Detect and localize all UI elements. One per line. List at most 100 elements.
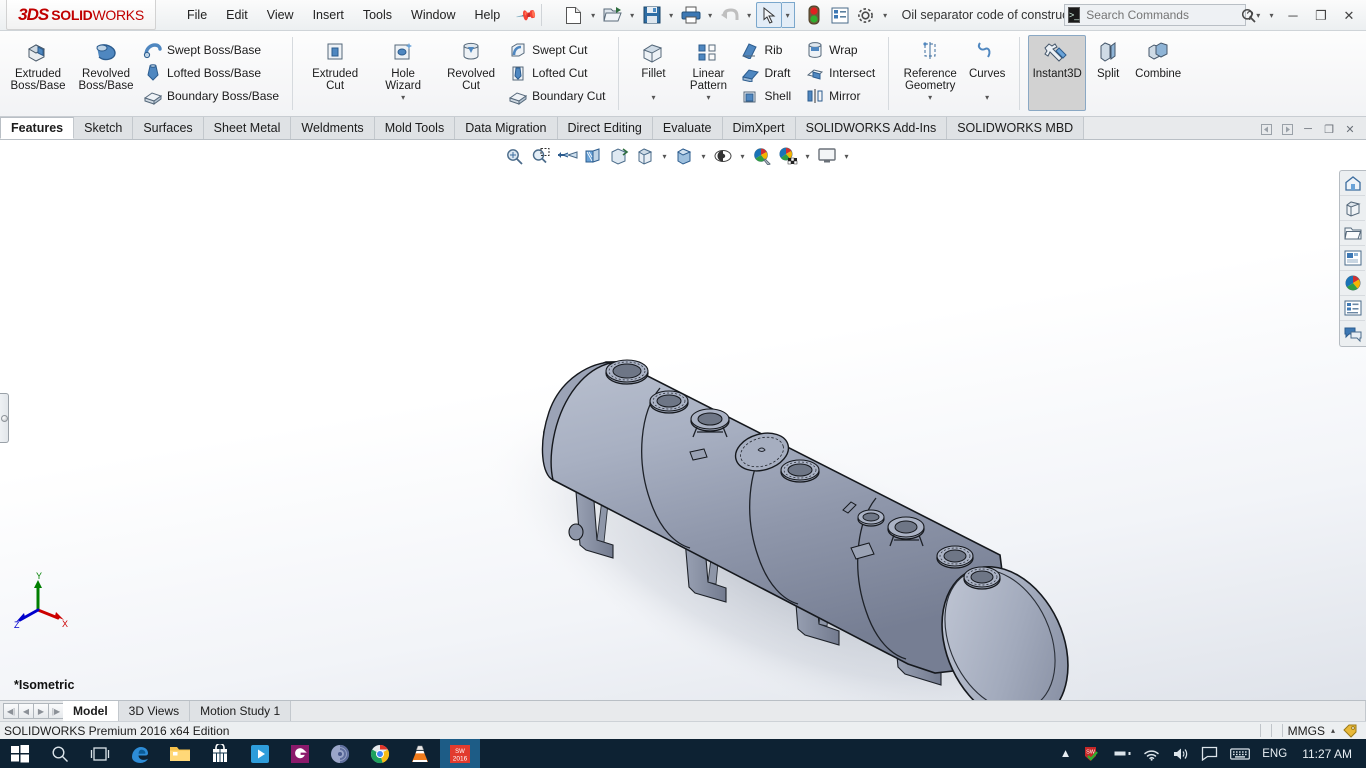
split-button[interactable]: Split	[1086, 35, 1130, 80]
wifi-tray-icon[interactable]	[1138, 739, 1165, 768]
revolved-cut-button[interactable]: Revolved Cut	[437, 35, 505, 92]
undo-button[interactable]	[717, 2, 743, 28]
tab-sheet-metal[interactable]: Sheet Metal	[203, 117, 292, 139]
solidworks-logo[interactable]: 3DS SOLID WORKS	[6, 0, 156, 30]
search-taskbar-button[interactable]	[40, 739, 80, 768]
close-icon[interactable]: ✕	[1336, 3, 1362, 29]
previous-tab-button[interactable]: ◀	[18, 703, 34, 719]
edit-appearance-button[interactable]	[710, 144, 736, 168]
wrap-button[interactable]: Wrap	[802, 38, 880, 61]
gom-player-button[interactable]	[280, 739, 320, 768]
forum-button[interactable]	[1340, 321, 1365, 346]
appearances-button[interactable]	[1340, 271, 1365, 296]
display-style-caret-icon[interactable]: ▾	[658, 144, 671, 168]
doc-restore-button[interactable]: ❐	[1319, 119, 1339, 139]
restore-icon[interactable]: ❐	[1308, 3, 1334, 29]
reference-geometry-dropdown-icon[interactable]: ▾	[928, 93, 932, 102]
save-caret-icon[interactable]: ▾	[665, 2, 678, 28]
menu-file[interactable]: File	[178, 4, 216, 26]
search-commands-box[interactable]: >_ ▾	[1064, 4, 1260, 26]
revolved-boss-base-button[interactable]: Revolved Boss/Base	[72, 35, 140, 92]
options-button[interactable]	[853, 2, 879, 28]
vlc-button[interactable]	[400, 739, 440, 768]
task-view-button[interactable]	[80, 739, 120, 768]
file-explorer-button[interactable]	[160, 739, 200, 768]
next-tab-button[interactable]: ▶	[33, 703, 49, 719]
tab-surfaces[interactable]: Surfaces	[133, 117, 204, 139]
boundary-boss-base-button[interactable]: Boundary Boss/Base	[140, 84, 284, 107]
select-caret-icon[interactable]: ▾	[781, 2, 795, 28]
combine-button[interactable]: Combine	[1130, 35, 1186, 80]
graphics-viewport[interactable]: ▾ ▾ ▾ ▾ ▾ Y X Z *Isometric	[0, 140, 1366, 700]
tab-features[interactable]: Features	[0, 117, 75, 139]
extruded-cut-button[interactable]: Extruded Cut	[301, 35, 369, 92]
mirror-button[interactable]: Mirror	[802, 84, 880, 107]
save-button[interactable]	[639, 2, 665, 28]
design-library-button[interactable]	[1340, 246, 1365, 271]
help-button[interactable]: ?	[1237, 3, 1263, 29]
tag-icon[interactable]	[1343, 724, 1362, 738]
linear-pattern-dropdown-icon[interactable]: ▾	[706, 93, 710, 102]
draft-button[interactable]: Draft	[737, 61, 796, 84]
hole-wizard-dropdown-icon[interactable]: ▾	[401, 93, 405, 102]
volume-tray-icon[interactable]	[1167, 739, 1194, 768]
curves-dropdown-icon[interactable]: ▾	[985, 93, 989, 102]
next-doc-button[interactable]	[1277, 119, 1297, 139]
options-caret-icon[interactable]: ▾	[879, 2, 892, 28]
search-input[interactable]	[1080, 8, 1242, 22]
open-folder-button[interactable]	[1340, 221, 1365, 246]
boundary-cut-button[interactable]: Boundary Cut	[505, 84, 610, 107]
previous-view-button[interactable]	[554, 144, 580, 168]
hide-show-caret-icon[interactable]: ▾	[697, 144, 710, 168]
zoom-to-area-button[interactable]	[528, 144, 554, 168]
view-settings-caret-icon[interactable]: ▾	[801, 144, 814, 168]
bottom-tab-3d-views[interactable]: 3D Views	[118, 701, 191, 721]
start-button[interactable]	[0, 739, 40, 768]
media-player-button[interactable]	[240, 739, 280, 768]
last-tab-button[interactable]: |▶	[48, 703, 64, 719]
view-orientation-button[interactable]	[606, 144, 632, 168]
tab-data-migration[interactable]: Data Migration	[455, 117, 558, 139]
tab-sketch[interactable]: Sketch	[74, 117, 134, 139]
instant3d-button[interactable]: Instant3D	[1028, 35, 1087, 111]
intersect-button[interactable]: Intersect	[802, 61, 880, 84]
home-button[interactable]	[1340, 171, 1365, 196]
curves-button[interactable]: Curves ▾	[963, 35, 1011, 102]
undo-caret-icon[interactable]: ▾	[743, 2, 756, 28]
lofted-boss-base-button[interactable]: Lofted Boss/Base	[140, 61, 284, 84]
custom-properties-button[interactable]	[1340, 296, 1365, 321]
rib-button[interactable]: Rib	[737, 38, 796, 61]
tab-evaluate[interactable]: Evaluate	[652, 117, 723, 139]
select-button[interactable]	[755, 2, 782, 28]
first-tab-button[interactable]: ◀|	[3, 703, 19, 719]
feature-manager-flyout-tab[interactable]	[0, 393, 9, 443]
menu-view[interactable]: View	[258, 4, 303, 26]
menu-window[interactable]: Window	[402, 4, 464, 26]
lofted-cut-button[interactable]: Lofted Cut	[505, 61, 610, 84]
language-indicator[interactable]: ENG	[1257, 739, 1292, 768]
doc-minimize-button[interactable]: ─	[1298, 119, 1318, 139]
rebuild-button[interactable]	[801, 2, 827, 28]
antivirus-tray-icon[interactable]: SW	[1078, 739, 1105, 768]
tab-solidworks-mbd[interactable]: SOLIDWORKS MBD	[947, 117, 1085, 139]
view-settings-button[interactable]	[775, 144, 801, 168]
store-button[interactable]	[200, 739, 240, 768]
hide-show-items-button[interactable]	[671, 144, 697, 168]
linear-pattern-button[interactable]: Linear Pattern ▾	[679, 35, 737, 102]
new-document-button[interactable]	[561, 2, 587, 28]
help-caret-icon[interactable]: ▾	[1265, 3, 1278, 29]
doc-close-button[interactable]: ✕	[1340, 119, 1360, 139]
print-caret-icon[interactable]: ▾	[704, 2, 717, 28]
taskbar-clock[interactable]: 11:27 AM	[1294, 747, 1360, 761]
previous-doc-button[interactable]	[1256, 119, 1276, 139]
tab-direct-editing[interactable]: Direct Editing	[557, 117, 653, 139]
shell-button[interactable]: Shell	[737, 84, 796, 107]
units-indicator[interactable]: MMGS	[1288, 724, 1325, 738]
section-view-button[interactable]	[580, 144, 606, 168]
swept-cut-button[interactable]: Swept Cut	[505, 38, 610, 61]
solidworks-taskbar-button[interactable]: SW 2016	[440, 739, 480, 768]
menu-help[interactable]: Help	[466, 4, 510, 26]
print-button[interactable]	[678, 2, 704, 28]
tab-dimxpert[interactable]: DimXpert	[722, 117, 796, 139]
chrome-button[interactable]	[360, 739, 400, 768]
